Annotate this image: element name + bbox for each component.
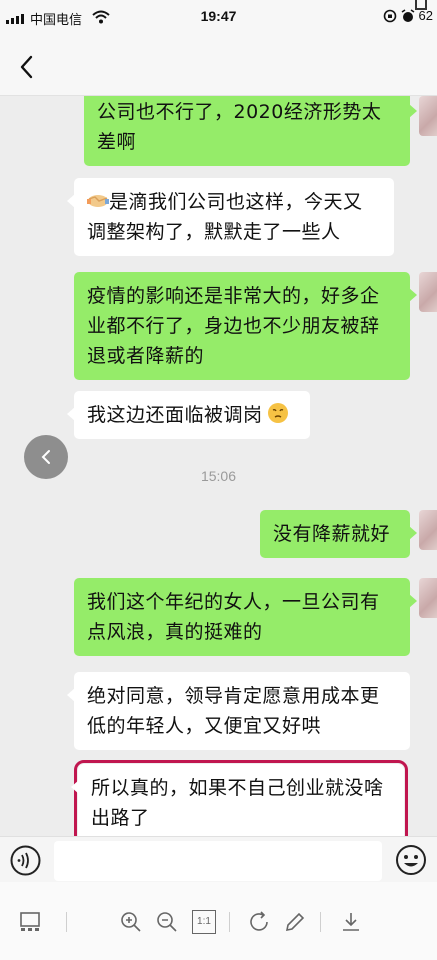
image-viewer-toolbar: 1:1: [0, 882, 437, 960]
nav-bar: [0, 34, 437, 96]
message-text-line: 低的年轻人，又便宜又好哄: [87, 715, 322, 737]
back-chevron-icon[interactable]: [14, 54, 40, 80]
toolbar-separator: [229, 912, 230, 932]
message-bubble-sent[interactable]: 疫情的影响还是非常大的，好多企 业都不行了，身边也不少朋友被辞 退或者降薪的: [74, 272, 417, 380]
voice-icon[interactable]: [10, 845, 41, 876]
message-text-line: 是滴我们公司也这样，今天又: [109, 191, 363, 213]
message-text-line: 我这边还面临被调岗: [87, 404, 263, 426]
side-back-arrow-icon: [41, 450, 50, 464]
zoom-in-icon[interactable]: [119, 910, 143, 934]
edit-icon[interactable]: [283, 910, 307, 934]
message-bubble-sent[interactable]: 公司也不行了，2020经济形势太 差啊: [84, 96, 417, 166]
message-input[interactable]: [54, 841, 382, 881]
message-text-line: 点风浪，真的挺难的: [87, 621, 263, 643]
rotate-icon[interactable]: [247, 910, 271, 934]
message-timestamp: 15:06: [200, 468, 237, 484]
alarm-icon: [401, 8, 414, 22]
battery-level: 62: [418, 8, 433, 23]
message-bubble-received[interactable]: 绝对同意，领导肯定愿意用成本更 低的年轻人，又便宜又好哄: [67, 672, 410, 750]
message-text-line: 公司也不行了，2020经济形势太: [97, 101, 382, 123]
message-bubble-received[interactable]: 我这边还面临被调岗: [67, 391, 310, 439]
status-bar: 中国电信 19:47 62: [0, 0, 437, 34]
message-text-line: 没有降薪就好: [273, 523, 391, 545]
message-text-line: 业都不行了，身边也不少朋友被辞: [87, 315, 380, 337]
my-avatar[interactable]: [419, 578, 437, 618]
status-time: 19:47: [200, 8, 237, 24]
message-text-line: 疫情的影响还是非常大的，好多企: [87, 285, 380, 307]
message-text-line: 所以真的，如果不自己创业就没啥: [91, 777, 384, 799]
message-text-line: 绝对同意，领导肯定愿意用成本更: [87, 685, 380, 707]
actual-size-button[interactable]: 1:1: [192, 910, 216, 934]
my-avatar[interactable]: [419, 272, 437, 312]
emoji-smiley-icon[interactable]: [395, 844, 427, 876]
message-bubble-sent[interactable]: 没有降薪就好: [260, 510, 417, 558]
message-text-line: 差啊: [97, 131, 137, 153]
worried-face-emoji-icon: [267, 403, 288, 423]
toolbar-separator: [66, 912, 67, 932]
message-bubble-received[interactable]: 是滴我们公司也这样，今天又 调整架构了，默默走了一些人: [67, 178, 394, 256]
message-text-line: 调整架构了，默默走了一些人: [87, 221, 341, 243]
message-bubble-received-highlighted[interactable]: 所以真的，如果不自己创业就没啥 出路了: [71, 760, 408, 836]
toolbar-separator: [320, 912, 321, 932]
actual-size-label: 1:1: [197, 916, 211, 927]
my-avatar[interactable]: [419, 510, 437, 550]
handshake-emoji-icon: [87, 195, 109, 207]
message-bubble-sent[interactable]: 我们这个年纪的女人，一旦公司有 点风浪，真的挺难的: [74, 578, 417, 656]
chat-area[interactable]: 公司也不行了，2020经济形势太 差啊 是滴我们公司也这样，今天又 调整架构了，…: [0, 96, 437, 836]
message-text-line: 退或者降薪的: [87, 345, 205, 367]
thumbnails-icon[interactable]: [18, 910, 42, 934]
message-text-line: 我们这个年纪的女人，一旦公司有: [87, 591, 380, 613]
message-input-bar: [0, 836, 437, 882]
download-icon[interactable]: [339, 910, 363, 934]
zoom-out-icon[interactable]: [155, 910, 179, 934]
rotation-lock-icon: [383, 9, 396, 22]
my-avatar[interactable]: [419, 96, 437, 136]
message-text-line: 出路了: [91, 807, 150, 829]
window-restore-icon[interactable]: [415, 0, 427, 10]
